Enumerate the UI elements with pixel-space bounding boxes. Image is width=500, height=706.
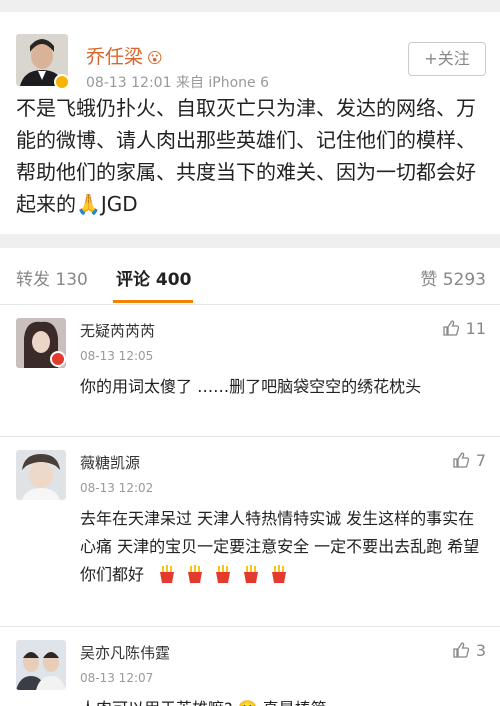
fries-emoji-icon bbox=[269, 564, 289, 584]
fries-emoji-icon bbox=[241, 564, 261, 584]
comment-like-button[interactable]: 3 bbox=[452, 641, 486, 660]
commenter-name[interactable]: 薇糖凯源 bbox=[80, 452, 140, 473]
vip-badge-icon bbox=[50, 351, 66, 367]
comment-time: 08-13 12:07 bbox=[80, 671, 154, 685]
interaction-tabs: 转发 130 评论 400 赞 5293 bbox=[0, 248, 500, 304]
commenter-avatar[interactable] bbox=[16, 450, 66, 500]
comment-item: 无疑芮芮芮 08-13 12:05 11 你的用词太傻了 ……删了吧脑袋空空的绣… bbox=[0, 304, 500, 437]
weibo-post: 乔任梁 😮 08-13 12:01 来自 iPhone 6 +关注 不是飞蛾仍扑火… bbox=[0, 12, 500, 234]
comment-time: 08-13 12:02 bbox=[80, 481, 154, 495]
comment-item: 薇糖凯源 08-13 12:02 7 去年在天津呆过 天津人特热情特实诚 发生这… bbox=[0, 436, 500, 627]
fries-emoji-icon bbox=[213, 564, 233, 584]
active-tab-indicator bbox=[113, 300, 193, 303]
thumbs-up-icon bbox=[442, 320, 459, 336]
crown-emoji-icon: 😮 bbox=[147, 49, 163, 67]
verified-badge-icon bbox=[54, 74, 70, 90]
tab-likes[interactable]: 赞 5293 bbox=[420, 265, 486, 290]
comment-text: 人肉可以用于英雄嘛? 🙁 真是棒简 bbox=[80, 695, 485, 706]
follow-button[interactable]: +关注 bbox=[408, 42, 486, 76]
comment-like-button[interactable]: 7 bbox=[452, 451, 486, 470]
author-name[interactable]: 乔任梁 😮 bbox=[86, 42, 163, 69]
thumbs-up-icon bbox=[453, 642, 469, 658]
thumbs-up-icon bbox=[453, 452, 469, 468]
tab-repost[interactable]: 转发 130 bbox=[16, 265, 88, 290]
comment-item: 吴亦凡陈伟霆 08-13 12:07 3 人肉可以用于英雄嘛? 🙁 真是棒简 bbox=[0, 626, 500, 706]
fries-emoji-icon bbox=[157, 564, 177, 584]
fries-emoji-icon bbox=[185, 564, 205, 584]
commenter-name[interactable]: 吴亦凡陈伟霆 bbox=[80, 642, 170, 663]
comment-text: 去年在天津呆过 天津人特热情特实诚 发生这样的事实在心痛 天津的宝贝一定要注意安… bbox=[80, 509, 480, 584]
commenter-avatar[interactable] bbox=[16, 640, 66, 690]
comment-time: 08-13 12:05 bbox=[80, 349, 154, 363]
comment-text: 你的用词太傻了 ……删了吧脑袋空空的绣花枕头 bbox=[80, 377, 422, 396]
post-text: 不是飞蛾仍扑火、自取灭亡只为津、发达的网络、万能的微博、请人肉出那些英雄们、记住… bbox=[16, 96, 476, 216]
post-meta: 08-13 12:01 来自 iPhone 6 bbox=[86, 75, 269, 91]
tab-comments[interactable]: 评论 400 bbox=[116, 265, 191, 290]
commenter-name[interactable]: 无疑芮芮芮 bbox=[80, 320, 155, 341]
comment-like-button[interactable]: 11 bbox=[442, 319, 486, 338]
